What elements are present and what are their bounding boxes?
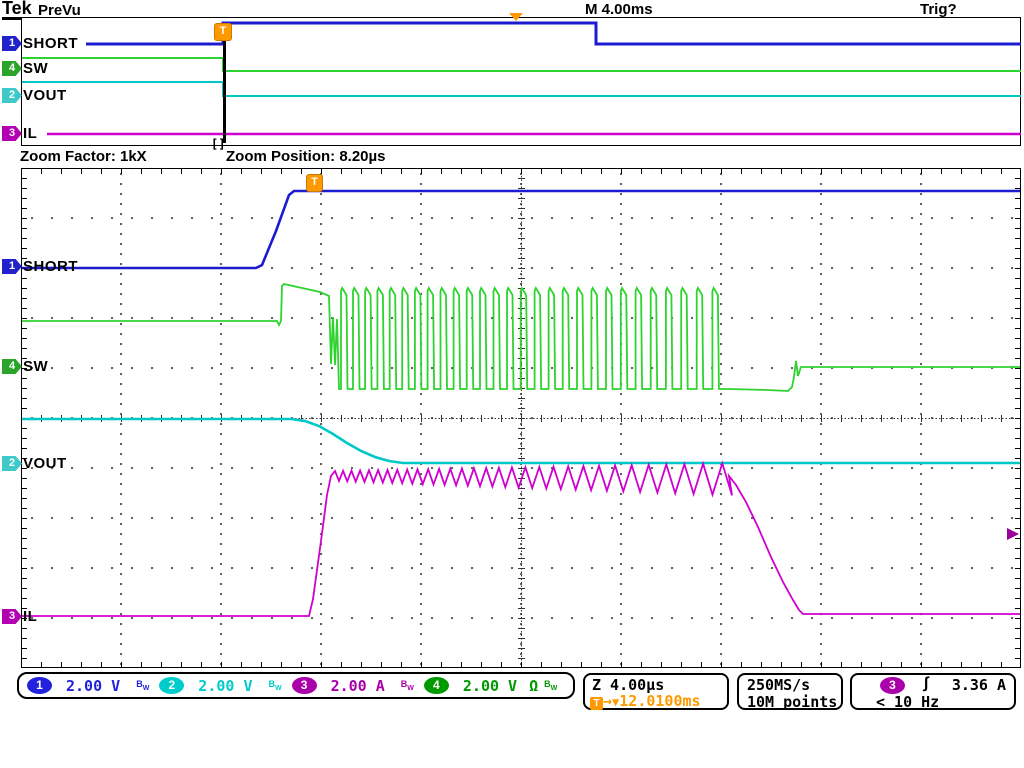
timebase-readout: M 4.00ms	[585, 1, 653, 18]
overview-trigger-t-icon: T	[214, 23, 232, 41]
overview-ch2-label: VOUT	[23, 87, 67, 104]
main-ch3-label: IL	[23, 608, 37, 625]
main-ch4-badge: 4	[2, 359, 22, 374]
ch1-badge-icon: 1	[27, 677, 52, 694]
trigger-status: Trig?	[920, 1, 957, 18]
ch3-bandwidth-icon: BW	[401, 679, 414, 692]
oscilloscope-screen: Tek PreVu M 4.00ms Trig? T [] 1 SHORT 4 …	[0, 0, 1024, 768]
ch1-bandwidth-icon: BW	[136, 679, 149, 692]
overview-ch1-badge: 1	[2, 36, 22, 51]
overview-ch4-badge: 4	[2, 61, 22, 76]
overview-vout-trace	[22, 82, 1021, 96]
zoom-bracket-icon: []	[211, 137, 225, 151]
sw-trace	[22, 284, 1020, 391]
channel-readouts-box: 1 2.00 V BW 2 2.00 V BW 3 2.00 A BW 4 2.…	[17, 672, 575, 699]
overview-ch3-badge: 3	[2, 126, 22, 141]
ch2-scale-readout: 2.00 V	[198, 677, 252, 695]
zoom-window: T	[21, 168, 1021, 668]
overview-ch2-badge: 2	[2, 88, 22, 103]
ch2-badge-icon: 2	[159, 677, 184, 694]
main-ch4-label: SW	[23, 358, 48, 375]
ch4-badge-icon: 4	[424, 677, 449, 694]
overview-ch4-label: SW	[23, 60, 48, 77]
zoom-waveforms	[22, 169, 1020, 667]
acquisition-box: 250MS/s 10M points	[737, 673, 843, 710]
trigger-slope-icon: ∫	[924, 675, 928, 693]
ch2-bandwidth-icon: BW	[268, 679, 281, 692]
overview-waveforms	[22, 18, 1022, 147]
delay-readout: 12.0100ms	[619, 692, 700, 710]
overview-trigger-line	[223, 26, 226, 143]
main-ch1-badge: 1	[2, 259, 22, 274]
ch4-impedance-readout: Ω	[529, 677, 538, 695]
il-trace	[22, 463, 1020, 616]
main-ch1-label: SHORT	[23, 258, 78, 275]
vout-trace	[22, 419, 1020, 463]
overview-sw-trace	[22, 58, 1021, 71]
zoom-factor-readout: Zoom Factor: 1kX	[20, 148, 147, 165]
delay-arrow-icon: →	[603, 692, 612, 710]
zoom-position-readout: Zoom Position: 8.20µs	[226, 148, 386, 165]
sample-rate-readout: 250MS/s	[747, 676, 810, 694]
delay-t-icon: T	[590, 697, 603, 710]
main-ch3-badge: 3	[2, 609, 22, 624]
ch1-scale-readout: 2.00 V	[66, 677, 120, 695]
overview-window: T	[21, 17, 1021, 146]
trigger-level-readout: 3.36 A	[952, 676, 1006, 694]
short-trace	[22, 191, 1020, 268]
ch3-badge-icon: 3	[292, 677, 317, 694]
trigger-coupling-readout: < 10 Hz	[876, 693, 939, 711]
trigger-level-arrow-icon	[1007, 528, 1019, 540]
overview-ch1-label: SHORT	[23, 35, 78, 52]
trigger-box: 3 ∫ 3.36 A < 10 Hz	[850, 673, 1016, 710]
main-ch2-label: VOUT	[23, 455, 67, 472]
ch3-scale-readout: 2.00 A	[331, 677, 385, 695]
trigger-source-badge: 3	[880, 677, 905, 694]
expansion-point-icon	[509, 13, 523, 21]
ch4-scale-readout: 2.00 V	[463, 677, 517, 695]
zoom-trigger-t-icon: T	[306, 174, 323, 192]
main-ch2-badge: 2	[2, 456, 22, 471]
zoom-timebase-box: Z 4.00µs T→▼12.0100ms	[583, 673, 729, 710]
ch4-bandwidth-icon: BW	[544, 679, 557, 692]
record-length-readout: 10M points	[747, 693, 837, 711]
overview-ch3-label: IL	[23, 125, 37, 142]
